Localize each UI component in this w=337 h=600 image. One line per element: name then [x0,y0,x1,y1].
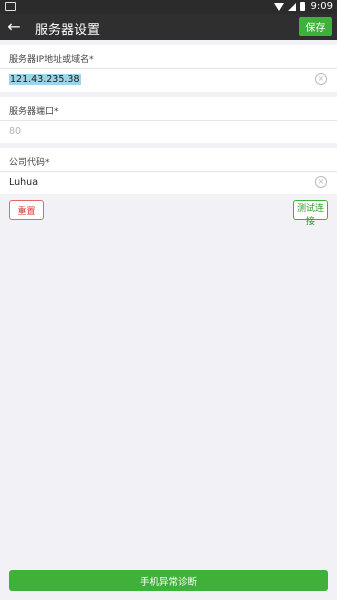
server-port-section: 服务器端口* 80 [0,97,337,143]
company-code-section: 公司代码* Luhua × [0,148,337,194]
reset-button[interactable]: 重置 [9,200,44,220]
app-bar: ← 服务器设置 保存 [0,14,337,40]
signal-icon [287,2,296,11]
status-bar: 9:09 [0,0,337,14]
server-port-input[interactable]: 80 [9,126,21,137]
divider [0,68,337,69]
server-address-input[interactable]: 121.43.235.38 [9,74,81,85]
company-code-input[interactable]: Luhua [9,177,38,188]
server-address-label: 服务器IP地址或域名* [9,55,94,65]
keyboard-icon [5,2,16,11]
battery-icon [299,2,305,11]
server-address-section: 服务器IP地址或域名* 121.43.235.38 × [0,45,337,92]
clear-icon[interactable]: × [315,176,327,188]
page-title: 服务器设置 [35,23,101,38]
test-connection-button[interactable]: 测试连接 [293,200,328,227]
company-code-label: 公司代码* [9,158,50,168]
status-time: 9:09 [310,1,333,12]
clear-icon[interactable]: × [315,73,327,85]
phone-diagnose-button[interactable]: 手机异常诊断 [9,570,328,591]
back-button[interactable]: ← [4,17,24,37]
server-port-label: 服务器端口* [9,107,59,117]
save-button[interactable]: 保存 [299,17,332,36]
divider [0,171,337,172]
wifi-icon [273,2,284,11]
arrow-left-icon: ← [7,17,21,36]
divider [0,120,337,121]
